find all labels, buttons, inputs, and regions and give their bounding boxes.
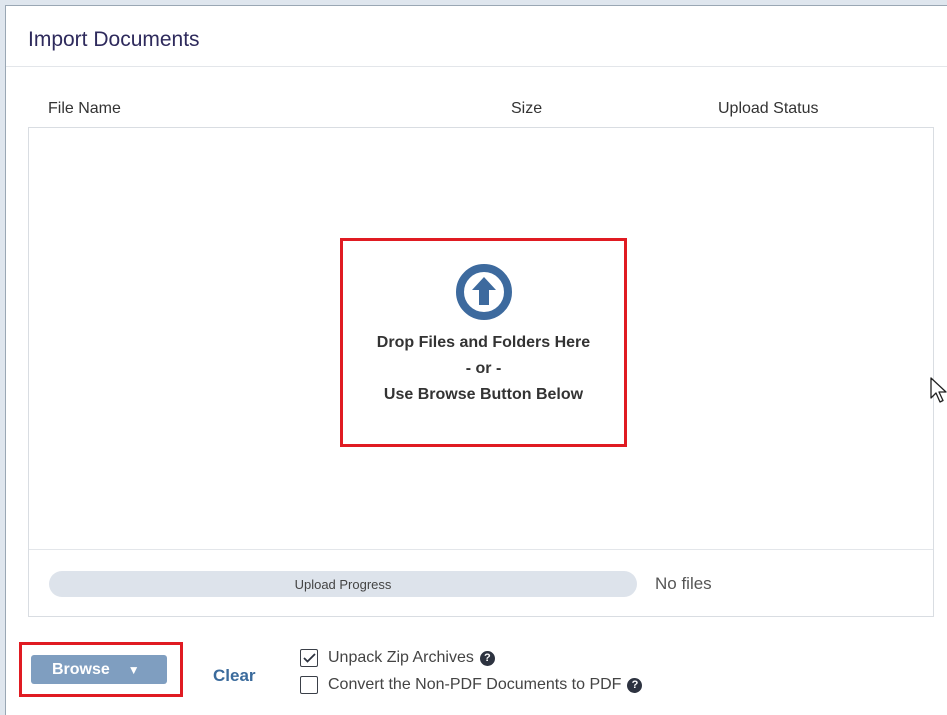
column-header-file-name: File Name (48, 100, 121, 117)
convert-to-pdf-label: Convert the Non-PDF Documents to PDF (328, 676, 622, 693)
browse-button[interactable]: Browse ▼ (31, 655, 167, 684)
clear-link[interactable]: Clear (213, 666, 256, 686)
drop-instruction-or: - or - (465, 360, 502, 377)
column-header-size: Size (511, 100, 543, 117)
column-header-upload-status: Upload Status (718, 100, 819, 117)
upload-arrow-circle-icon (455, 264, 512, 320)
checkmark-icon (302, 653, 316, 663)
divider (6, 66, 947, 67)
drop-instruction-line-3: Use Browse Button Below (383, 386, 584, 403)
question-icon[interactable]: ? (627, 677, 643, 693)
upload-status-text: No files (655, 574, 712, 593)
dialog-title: Import Documents (28, 28, 200, 51)
browse-button-label: Browse (52, 660, 110, 678)
chevron-down-icon[interactable]: ▼ (128, 663, 140, 677)
browse-button-highlight: Browse ▼ (19, 642, 183, 697)
drop-instruction-line-1: Drop Files and Folders Here (376, 334, 591, 351)
file-drop-area[interactable]: Drop Files and Folders Here - or - Use B… (28, 127, 934, 617)
convert-to-pdf-checkbox[interactable] (300, 676, 318, 694)
upload-progress-bar: Upload Progress (49, 571, 637, 597)
unpack-zip-option[interactable]: Unpack Zip Archives ? (300, 649, 495, 667)
mouse-cursor-icon (930, 377, 947, 403)
convert-to-pdf-option[interactable]: Convert the Non-PDF Documents to PDF ? (300, 676, 643, 694)
unpack-zip-label: Unpack Zip Archives (328, 649, 474, 666)
drop-zone-highlight[interactable]: Drop Files and Folders Here - or - Use B… (340, 238, 627, 447)
question-icon[interactable]: ? (479, 650, 495, 666)
import-documents-dialog: Import Documents File Name Size Upload S… (5, 5, 947, 715)
unpack-zip-checkbox[interactable] (300, 649, 318, 667)
divider (29, 549, 933, 550)
upload-progress-label: Upload Progress (294, 576, 392, 592)
